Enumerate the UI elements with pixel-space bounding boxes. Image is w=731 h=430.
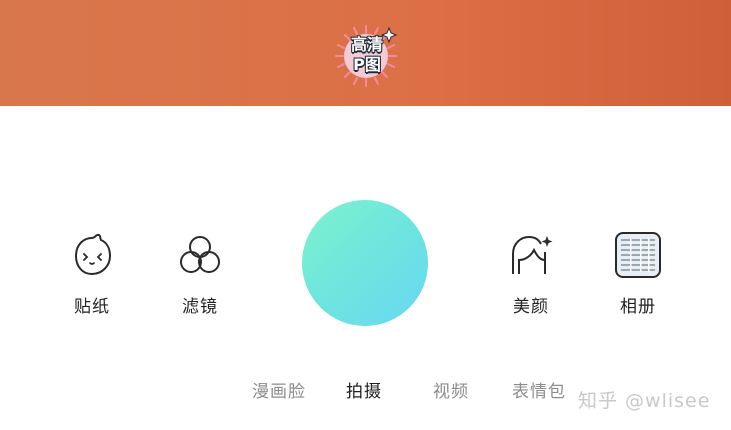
blob-face-icon bbox=[68, 232, 116, 280]
badge-line-2: P图 bbox=[353, 55, 381, 74]
album-tool-button[interactable]: 相册 bbox=[593, 232, 683, 317]
mode-tab-meme[interactable]: 表情包 bbox=[512, 377, 566, 402]
hd-edit-badge[interactable]: 高清 P图 bbox=[333, 24, 399, 88]
beauty-label: 美颜 bbox=[513, 297, 549, 317]
mode-tab-comic-face[interactable]: 漫画脸 bbox=[252, 377, 306, 402]
mode-tab-capture[interactable]: 拍摄 bbox=[346, 377, 382, 402]
mode-tabs: 漫画脸 拍摄 视频 表情包 bbox=[236, 377, 596, 405]
sticker-label: 贴纸 bbox=[74, 297, 110, 317]
filter-label: 滤镜 bbox=[182, 297, 218, 317]
watermark-text: 知乎 @wlisee bbox=[578, 390, 711, 412]
top-banner: 高清 P图 bbox=[0, 0, 731, 106]
face-sparkle-icon bbox=[507, 232, 555, 280]
badge-line-1: 高清 bbox=[350, 35, 383, 54]
three-circles-icon bbox=[176, 232, 224, 280]
album-label: 相册 bbox=[620, 297, 656, 317]
photo-album-icon bbox=[614, 232, 662, 280]
beauty-tool-button[interactable]: 美颜 bbox=[486, 232, 576, 317]
sticker-tool-button[interactable]: 贴纸 bbox=[47, 232, 137, 317]
mode-tab-video[interactable]: 视频 bbox=[433, 377, 469, 402]
shutter-button[interactable] bbox=[302, 200, 428, 326]
filter-tool-button[interactable]: 滤镜 bbox=[155, 232, 245, 317]
